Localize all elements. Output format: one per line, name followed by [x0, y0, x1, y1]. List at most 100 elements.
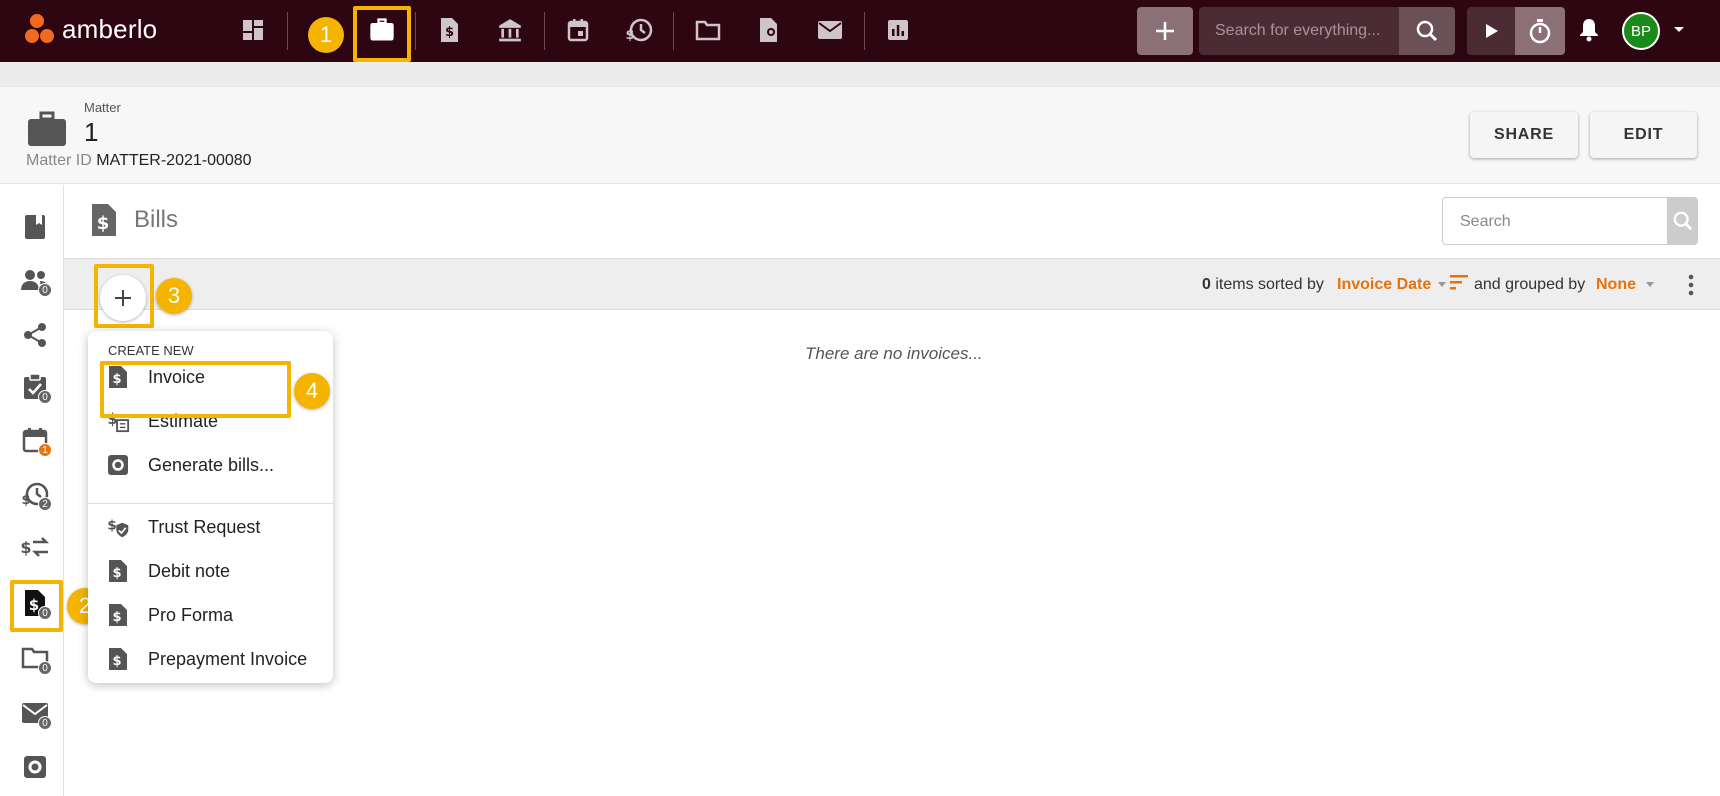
matter-sidebar: 0 0 1 $ 2 $ $ 0 0 0	[0, 185, 64, 796]
sidebar-item-mail[interactable]: 0	[18, 696, 52, 730]
amberlo-logo-icon	[25, 14, 54, 43]
matter-title: 1	[84, 117, 99, 147]
matter-label: Matter	[84, 100, 121, 115]
header-spacer	[0, 62, 1720, 86]
trust-shield-icon: $	[106, 515, 130, 539]
certificate-icon[interactable]	[751, 12, 787, 48]
step-marker-4: 4	[294, 373, 330, 409]
global-search-button[interactable]	[1399, 7, 1455, 55]
menu-item-label: Invoice	[148, 366, 206, 387]
sort-order-icon[interactable]	[1450, 274, 1468, 290]
sort-field-dropdown[interactable]: Invoice Date	[1337, 276, 1446, 294]
stopwatch-button[interactable]	[1515, 7, 1565, 55]
folder-icon[interactable]	[690, 12, 726, 48]
sidebar-item-notebook[interactable]	[18, 210, 52, 244]
menu-item-trust-request[interactable]: $ Trust Request	[88, 507, 333, 547]
svg-text:$: $	[112, 566, 121, 581]
time-money-icon[interactable]: $	[621, 12, 657, 48]
menu-divider	[88, 503, 333, 504]
bills-toolbar	[64, 258, 1720, 310]
add-bill-button[interactable]	[100, 275, 146, 321]
svg-text:$: $	[20, 538, 31, 557]
share-button[interactable]: SHARE	[1470, 112, 1578, 158]
matter-id-label: Matter ID	[26, 152, 92, 169]
bill-icon: $	[92, 204, 116, 236]
transfer-arrows-icon: $	[20, 537, 50, 557]
menu-item-label: Trust Request	[148, 516, 261, 537]
more-vertical-icon[interactable]	[1687, 274, 1695, 296]
grouped-by-text: and grouped by	[1474, 276, 1586, 293]
plus-icon	[1156, 22, 1174, 40]
calendar-icon[interactable]	[560, 12, 596, 48]
sidebar-item-settings[interactable]	[18, 750, 52, 784]
menu-item-estimate[interactable]: $ Estimate	[88, 401, 333, 441]
bill-icon: $	[106, 603, 130, 627]
chevron-down-icon	[1437, 282, 1446, 288]
svg-text:$: $	[112, 610, 121, 625]
play-timer-button[interactable]	[1467, 7, 1515, 55]
sidebar-item-calendar[interactable]: 1	[18, 423, 52, 457]
bills-search-input[interactable]: Search	[1442, 197, 1668, 245]
app-logo[interactable]: amberlo	[24, 12, 157, 46]
menu-item-label: Estimate	[148, 410, 219, 431]
estimate-calculator-icon: $	[106, 409, 130, 433]
notebook-icon	[25, 215, 45, 239]
empty-state-message: There are no invoices...	[805, 344, 983, 363]
dashboard-icon[interactable]	[235, 12, 271, 48]
menu-item-debit-note[interactable]: $ Debit note	[88, 551, 333, 591]
step-marker-3: 3	[156, 278, 192, 314]
sidebar-item-documents[interactable]: 0	[18, 641, 52, 675]
sidebar-item-transactions[interactable]: $	[18, 530, 52, 564]
nav-separator	[673, 12, 674, 50]
sidebar-item-bills[interactable]: $ 0	[18, 586, 52, 620]
briefcase-icon[interactable]	[364, 12, 400, 48]
sort-field-label: Invoice Date	[1337, 276, 1432, 293]
bill-icon: $	[106, 647, 130, 671]
edit-button[interactable]: EDIT	[1590, 112, 1697, 158]
group-field-dropdown[interactable]: None	[1596, 276, 1655, 294]
search-icon	[1416, 20, 1438, 42]
menu-item-label: Pro Forma	[148, 604, 234, 625]
bill-icon: $	[106, 365, 130, 389]
gear-icon	[24, 756, 46, 778]
bank-icon[interactable]	[492, 12, 528, 48]
svg-text:$: $	[625, 28, 634, 43]
sidebar-badge: 0	[38, 661, 52, 675]
svg-text:$: $	[112, 654, 121, 669]
bill-icon: $	[106, 559, 130, 583]
global-create-button[interactable]	[1137, 7, 1193, 55]
sidebar-item-time-entries[interactable]: $ 2	[18, 477, 52, 511]
matter-header: Matter 1 Matter ID MATTER-2021-00080	[0, 86, 1720, 184]
svg-text:$: $	[445, 25, 454, 40]
svg-text:$: $	[97, 213, 110, 234]
nav-separator	[544, 12, 545, 50]
menu-item-prepayment-invoice[interactable]: $ Prepayment Invoice	[88, 639, 333, 679]
svg-text:$: $	[21, 493, 30, 508]
nav-separator	[287, 12, 288, 50]
global-search-input[interactable]: Search for everything...	[1199, 7, 1399, 55]
menu-item-generate-bills[interactable]: Generate bills...	[88, 445, 333, 485]
bill-icon[interactable]: $	[431, 12, 467, 48]
step-marker-1: 1	[308, 17, 344, 53]
sidebar-badge: 1	[38, 443, 52, 457]
report-icon[interactable]	[880, 12, 916, 48]
sidebar-item-tasks[interactable]: 0	[18, 370, 52, 404]
search-icon	[1673, 211, 1693, 231]
sidebar-badge: 0	[38, 283, 52, 297]
sidebar-badge: 0	[38, 606, 52, 620]
items-count: 0	[1202, 276, 1211, 293]
plus-icon	[115, 290, 131, 306]
svg-text:$: $	[107, 411, 117, 428]
notifications-bell-icon[interactable]	[1571, 12, 1607, 48]
menu-item-label: Generate bills...	[148, 454, 275, 475]
menu-item-pro-forma[interactable]: $ Pro Forma	[88, 595, 333, 635]
play-icon	[1486, 24, 1498, 38]
user-avatar[interactable]: BP	[1622, 12, 1660, 50]
sidebar-item-share[interactable]	[18, 318, 52, 352]
account-menu-chevron-down-icon[interactable]	[1664, 12, 1694, 48]
sidebar-item-contacts[interactable]: 0	[18, 263, 52, 297]
mail-icon[interactable]	[812, 12, 848, 48]
sidebar-badge: 0	[38, 390, 52, 404]
group-field-label: None	[1596, 276, 1636, 293]
bills-search-button[interactable]	[1668, 197, 1698, 245]
